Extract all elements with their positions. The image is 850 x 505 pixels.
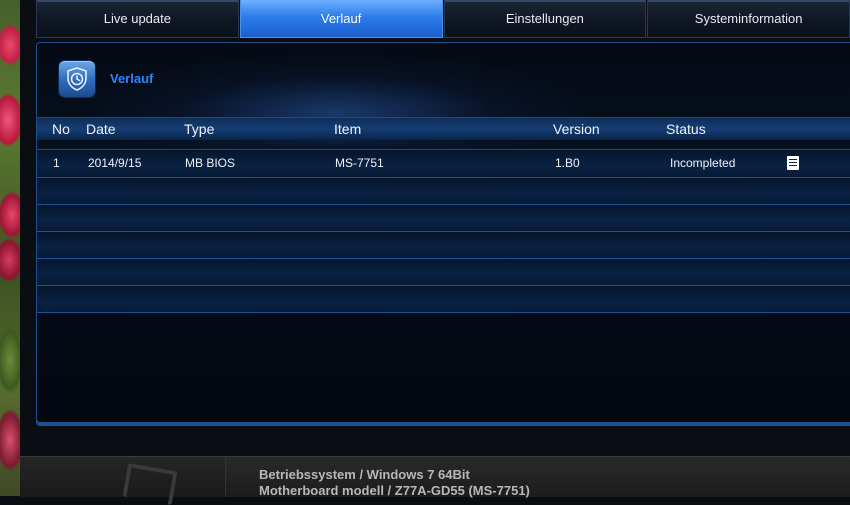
header-item: Item xyxy=(334,121,362,137)
tab-bar: Live update Verlauf Einstellungen System… xyxy=(36,0,850,40)
tab-sheen xyxy=(37,0,238,2)
header-status: Status xyxy=(666,121,706,137)
cell-version: 1.B0 xyxy=(555,156,580,170)
table-row-empty xyxy=(37,178,850,205)
tab-label: Einstellungen xyxy=(505,11,584,26)
document-icon[interactable] xyxy=(787,156,799,170)
table-row-empty xyxy=(37,259,850,286)
cell-no: 1 xyxy=(53,156,60,170)
tab-systeminformation[interactable]: Systeminformation xyxy=(647,0,850,38)
tab-verlauf[interactable]: Verlauf xyxy=(239,0,443,38)
motherboard-info: Motherboard modell / Z77A-GD55 (MS-7751) xyxy=(259,483,530,498)
tab-label: Live update xyxy=(103,11,171,26)
clipboard-icon xyxy=(122,462,178,505)
table-row[interactable]: 1 2014/9/15 MB BIOS MS-7751 1.B0 Incompl… xyxy=(37,149,850,178)
tab-label: Verlauf xyxy=(320,11,362,26)
history-table-body: 1 2014/9/15 MB BIOS MS-7751 1.B0 Incompl… xyxy=(37,149,850,313)
tab-sheen xyxy=(648,0,849,2)
tab-sheen xyxy=(444,0,646,2)
os-info: Betriebssystem / Windows 7 64Bit xyxy=(259,467,470,482)
system-info-bar: Betriebssystem / Windows 7 64Bit Motherb… xyxy=(20,456,850,505)
header-type: Type xyxy=(184,121,215,137)
cell-status: Incompleted xyxy=(670,156,736,170)
history-panel: Verlauf No Date Type Item Version Status… xyxy=(36,42,850,426)
history-shield-icon xyxy=(59,61,95,97)
cell-type: MB BIOS xyxy=(185,156,236,170)
cell-date: 2014/9/15 xyxy=(88,156,142,170)
tab-label: Systeminformation xyxy=(694,11,803,26)
bottom-side-panel xyxy=(20,457,226,505)
cell-item: MS-7751 xyxy=(335,156,384,170)
desktop-wallpaper-strip xyxy=(0,0,20,496)
table-row-empty xyxy=(37,205,850,232)
table-row-empty xyxy=(37,232,850,259)
header-no: No xyxy=(52,121,70,137)
table-row-empty xyxy=(37,286,850,313)
system-info-text: Betriebssystem / Windows 7 64Bit Motherb… xyxy=(259,467,530,499)
header-version: Version xyxy=(553,121,600,137)
table-header: No Date Type Item Version Status xyxy=(37,117,850,140)
tab-einstellungen[interactable]: Einstellungen xyxy=(443,0,647,38)
tab-live-update[interactable]: Live update xyxy=(36,0,239,38)
panel-title: Verlauf xyxy=(110,71,154,86)
header-date: Date xyxy=(86,121,116,137)
